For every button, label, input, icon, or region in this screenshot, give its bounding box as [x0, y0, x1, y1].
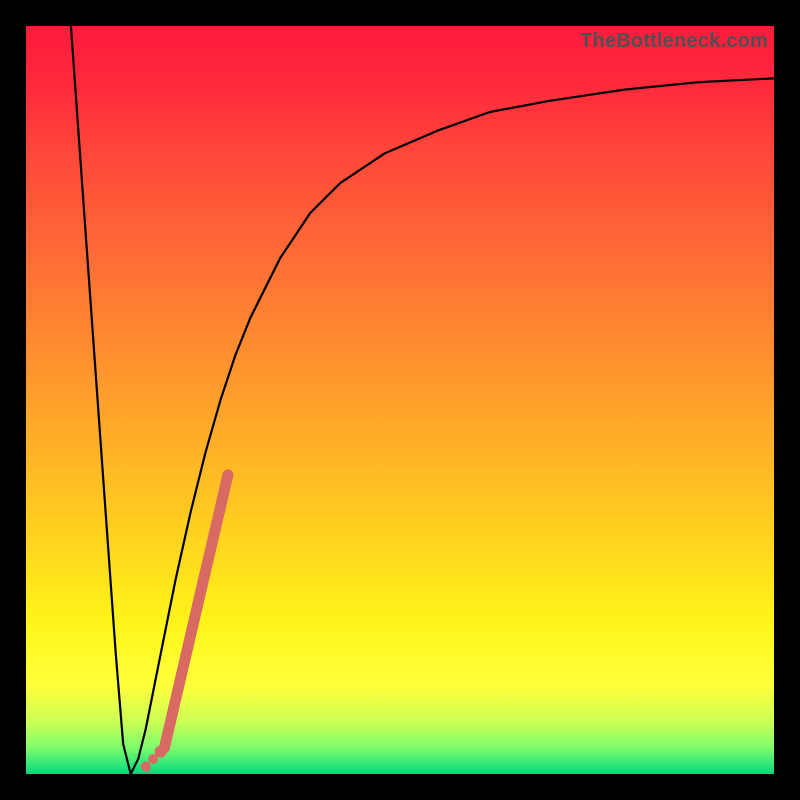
chart-frame: TheBottleneck.com	[0, 0, 800, 800]
plot-area: TheBottleneck.com	[26, 26, 774, 774]
highlight-dot	[141, 762, 151, 772]
highlight-segment	[164, 475, 228, 748]
bottleneck-curve	[71, 26, 774, 774]
chart-svg	[26, 26, 774, 774]
highlight-dots	[141, 746, 167, 772]
highlight-dot	[155, 746, 167, 758]
